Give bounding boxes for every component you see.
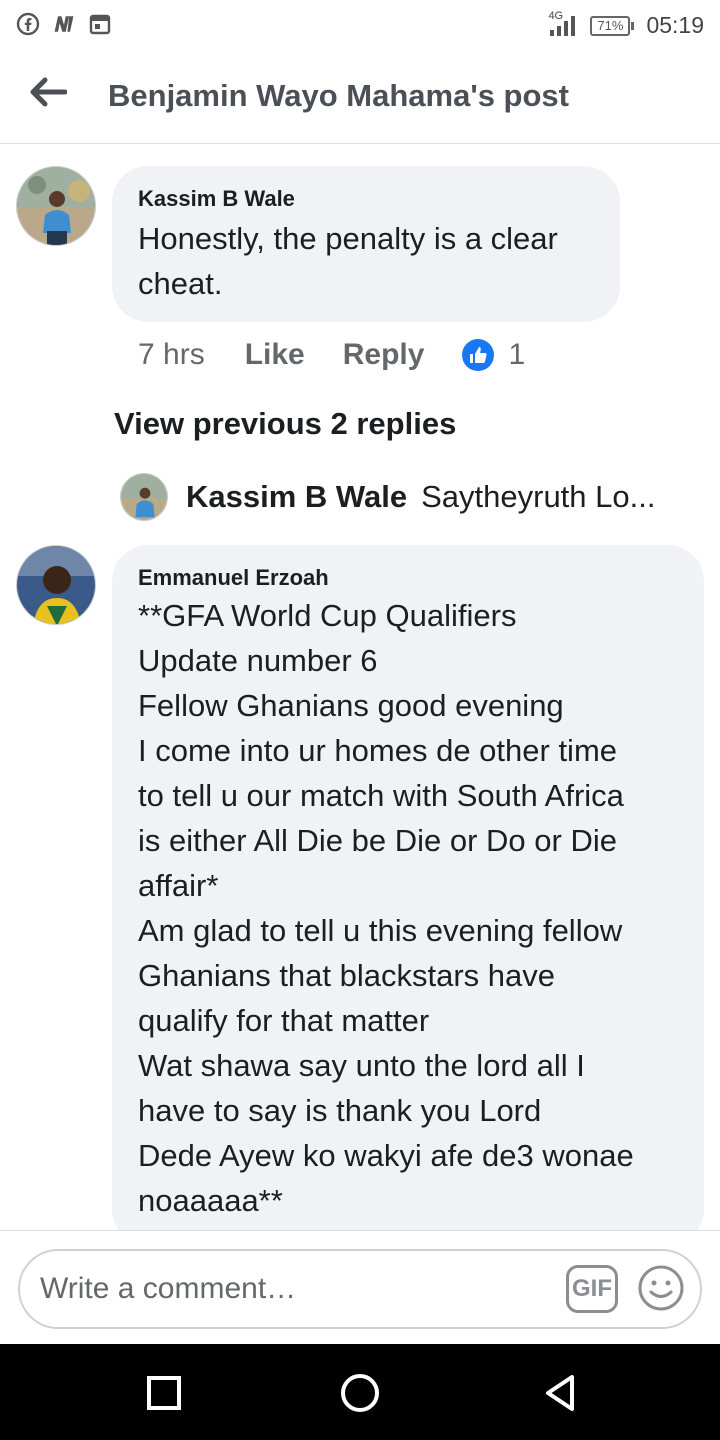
reply-avatar[interactable] — [120, 473, 168, 521]
comment-author[interactable]: Emmanuel Erzoah — [138, 565, 329, 591]
comment-composer-bar: GIF — [0, 1230, 720, 1344]
comment-input[interactable] — [40, 1265, 560, 1313]
signal-icon: 4G — [548, 10, 578, 38]
comment-text: **GFA World Cup Qualifiers Update number… — [138, 598, 634, 1218]
clock: 05:19 — [646, 12, 704, 38]
comment-composer: GIF — [18, 1249, 702, 1329]
reply-author[interactable]: Kassim B Wale — [186, 479, 407, 515]
home-circle-icon[interactable] — [335, 1368, 385, 1418]
gif-button[interactable]: GIF — [566, 1265, 618, 1313]
comment-author[interactable]: Kassim B Wale — [138, 186, 295, 212]
battery-icon: 71% — [590, 15, 635, 36]
avatar[interactable] — [16, 545, 96, 625]
system-navigation-bar — [0, 1344, 720, 1440]
page-title: Benjamin Wayo Mahama's post — [108, 78, 569, 113]
thumbs-up-icon[interactable] — [462, 339, 495, 371]
view-previous-replies-link[interactable]: View previous 2 replies — [114, 406, 456, 442]
like-button[interactable]: Like — [245, 338, 305, 372]
status-bar: 4G 71% 05:19 — [0, 0, 720, 52]
latest-reply-preview[interactable]: Kassim B Wale Saytheyruth Lo... — [120, 472, 680, 522]
recents-square-icon[interactable] — [139, 1368, 189, 1418]
reply-button[interactable]: Reply — [343, 338, 425, 372]
network-type: 4G — [548, 9, 564, 22]
news-icon — [52, 12, 76, 36]
post-header: Benjamin Wayo Mahama's post — [0, 52, 720, 144]
reply-text-preview[interactable]: Saytheyruth Lo... — [421, 479, 680, 515]
comment-timestamp[interactable]: 7 hrs — [138, 338, 205, 372]
emoji-icon[interactable] — [636, 1263, 686, 1313]
calendar-icon — [88, 12, 112, 36]
back-triangle-icon[interactable] — [535, 1368, 585, 1418]
facebook-icon — [16, 12, 40, 36]
avatar[interactable] — [16, 166, 96, 246]
comment-text: Honestly, the penalty is a clear cheat. — [138, 221, 558, 301]
comment-bubble[interactable]: Kassim B Wale Honestly, the penalty is a… — [112, 166, 620, 322]
comment-actions: 7 hrs Like Reply 1 — [138, 338, 525, 372]
back-arrow-icon[interactable] — [26, 70, 70, 114]
battery-level: 71% — [590, 15, 631, 36]
reaction-count[interactable]: 1 — [508, 338, 525, 372]
comment-bubble[interactable]: Emmanuel Erzoah **GFA World Cup Qualifie… — [112, 545, 704, 1245]
